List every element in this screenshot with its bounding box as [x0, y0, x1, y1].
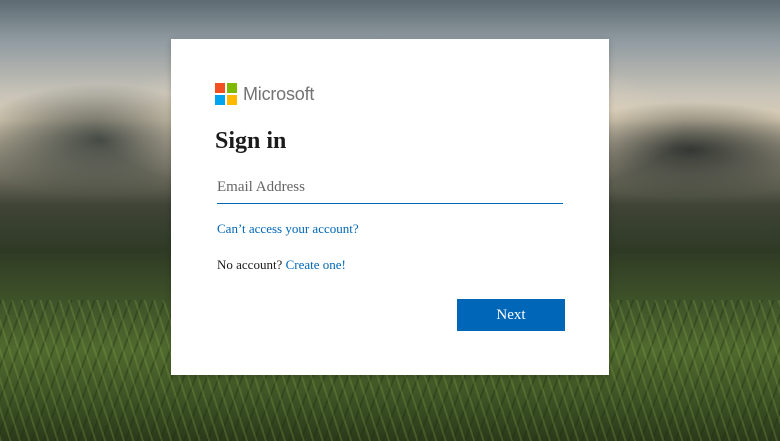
no-account-row: No account? Create one! [217, 257, 346, 273]
signin-card: Microsoft Sign in Can’t access your acco… [171, 39, 609, 375]
cant-access-link[interactable]: Can’t access your account? [217, 221, 359, 237]
no-account-text: No account? [217, 257, 283, 272]
logo-text: Microsoft [243, 84, 315, 104]
page-title: Sign in [215, 128, 287, 154]
email-field[interactable] [217, 171, 563, 204]
microsoft-logo-icon [215, 83, 237, 105]
next-button[interactable]: Next [457, 299, 565, 331]
microsoft-logo: Microsoft [215, 83, 314, 105]
create-account-link[interactable]: Create one! [286, 257, 346, 272]
